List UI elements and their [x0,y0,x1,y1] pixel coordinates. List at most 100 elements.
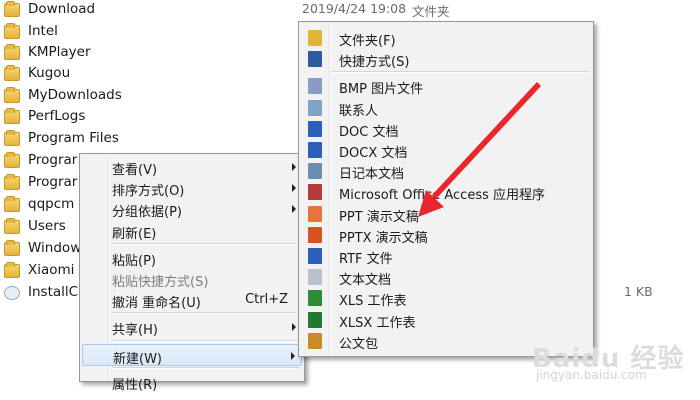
menu-item-label: PPT 演示文稿 [339,209,419,225]
file-row[interactable]: Download 2019/4/24 19:08 文件夹 [0,0,700,22]
file-name: Prograr [28,174,78,190]
menu-item-item-0[interactable]: 查看(V) [82,156,302,178]
menu-item-label: 日记本文档 [339,167,405,183]
folder-icon [4,44,20,60]
menu-item-label: RTF 文件 [339,252,393,267]
file-name: Xiaomi [28,262,75,278]
file-name: KMPlayer [28,44,91,60]
file-name: Program Files [28,130,119,146]
file-name: Window [28,240,82,256]
menu-item-label: Microsoft Office Access 应用程序 [339,188,546,204]
menu-item-item-1[interactable]: 排序方式(O) [82,177,302,199]
text-doc-icon [308,269,322,286]
file-name: InstallC [28,284,79,300]
menu-item-label: 公文包 [339,336,379,352]
file-name: Intel [28,23,58,39]
folder-icon [4,23,20,39]
folder-icon [4,262,20,278]
menu-item-label: 分组依据(P) [112,205,182,221]
new-folder[interactable]: 文件夹(F) [301,27,591,49]
submenu-arrow-icon [292,184,296,193]
new-journal[interactable]: 日记本文档 [301,160,591,182]
menu-item-item-13[interactable]: 属性(R) [82,371,302,393]
folder-icon [4,196,20,212]
word-doc-icon [308,120,322,137]
menu-item-label: 粘贴(P) [112,253,156,269]
new-rtf[interactable]: RTF 文件 [301,245,591,267]
folder-icon [4,87,20,103]
installer-file-icon [4,286,20,300]
file-name: Kugou [28,65,71,81]
menu-item-label: DOC 文档 [339,124,399,140]
folder-icon [4,174,20,190]
file-name: PerfLogs [28,108,86,124]
menu-item-item-2[interactable]: 分组依据(P) [82,198,302,220]
file-type: 文件夹 [412,4,450,19]
menu-item-item-3[interactable]: 刷新(E) [82,220,302,242]
menu-item-item-11[interactable]: 新建(W) [82,343,302,367]
new-submenu: 文件夹(F) 快捷方式(S) BMP 图片文件 联系人 DOC 文档 DOCX 文档 日记本… [298,21,594,357]
menu-item-label: 撤消 重命名(U) [112,296,201,312]
menu-item-label: 文本文档 [339,273,392,289]
folder-icon [308,30,322,46]
folder-icon [4,65,20,81]
menu-separator [112,339,300,342]
menu-item-item-6[interactable]: 粘贴快捷方式(S) [82,268,302,290]
menu-separator [112,366,300,369]
file-date: 2019/4/24 19:08 [302,1,407,16]
shortcut-icon [308,51,322,68]
menu-item-label: 刷新(E) [112,226,157,242]
menu-item-item-5[interactable]: 粘贴(P) [82,247,302,269]
rtf-icon [308,248,322,264]
submenu-arrow-icon [291,351,295,360]
submenu-arrow-icon [292,323,296,332]
menu-item-label: DOCX 文档 [339,146,408,161]
new-ppt[interactable]: PPT 演示文稿 [301,203,591,225]
new-word-doc[interactable]: DOC 文档 [301,118,591,140]
file-name: Download [28,1,96,17]
watermark-url: jingyan.baidu.com [536,368,647,382]
menu-item-label: 联系人 [339,103,379,119]
menu-item-label: 快捷方式(S) [339,55,410,71]
menu-item-item-7[interactable]: 撤消 重命名(U) Ctrl+Z [82,289,302,311]
journal-icon [308,163,322,180]
folder-icon [4,130,20,146]
file-name: qqpcm [28,196,75,212]
menu-item-label: 粘贴快捷方式(S) [112,275,209,290]
file-size: 1 KB [624,284,653,299]
new-xls[interactable]: XLS 工作表 [301,287,591,309]
folder-icon [4,108,20,124]
menu-item-item-9[interactable]: 共享(H) [82,316,302,338]
menu-separator [331,71,589,74]
access-icon [308,184,322,201]
menu-item-label: XLS 工作表 [339,294,407,310]
menu-item-label: 属性(R) [112,377,158,393]
new-bmp-image[interactable]: BMP 图片文件 [301,75,591,97]
menu-separator [112,242,300,245]
file-name: Users [28,218,66,234]
submenu-arrow-icon [292,205,296,214]
folder-icon [4,1,20,17]
new-shortcut[interactable]: 快捷方式(S) [301,48,591,70]
new-access[interactable]: Microsoft Office Access 应用程序 [301,181,591,203]
new-pptx[interactable]: PPTX 演示文稿 [301,224,591,246]
menu-item-label: 查看(V) [112,163,158,178]
submenu-arrow-icon [292,163,296,171]
folder-icon [4,240,20,256]
menu-separator [112,312,300,315]
menu-item-label: 文件夹(F) [339,34,396,49]
word-docx-icon [308,142,322,158]
file-name: MyDownloads [28,87,122,103]
pptx-icon [308,226,322,243]
briefcase-icon [308,332,322,349]
menu-item-label: 排序方式(O) [112,184,185,200]
menu-item-label: XLSX 工作表 [339,315,416,331]
xls-icon [308,290,322,307]
new-contact[interactable]: 联系人 [301,97,591,119]
file-name: Prograr [28,152,78,168]
menu-item-label: PPTX 演示文稿 [339,230,428,246]
new-text-doc[interactable]: 文本文档 [301,266,591,288]
menu-item-label: BMP 图片文件 [339,82,424,98]
new-word-docx[interactable]: DOCX 文档 [301,139,591,161]
new-xlsx[interactable]: XLSX 工作表 [301,309,591,331]
